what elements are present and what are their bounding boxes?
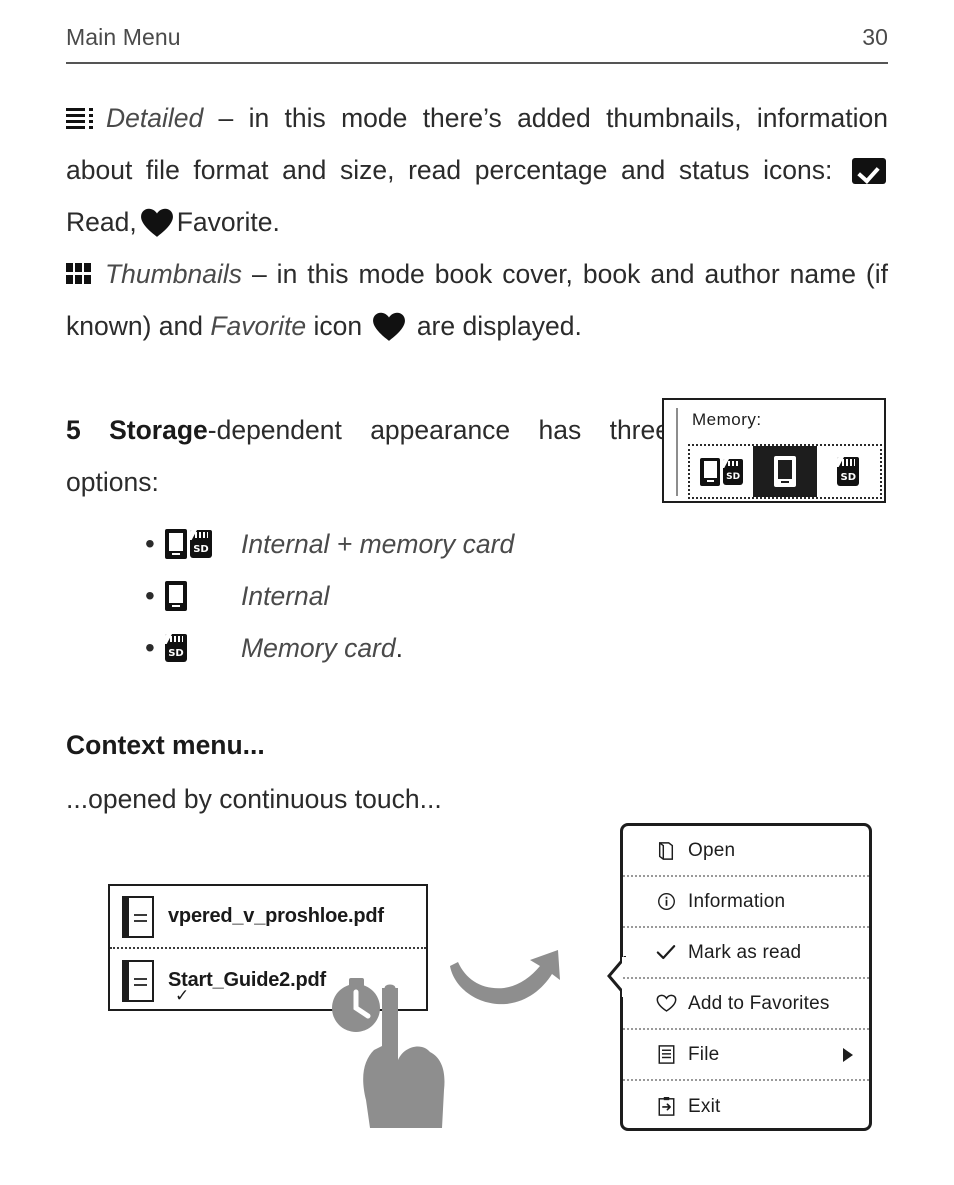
context-menu-panel: Open Information Mark as read Add to Fav… (607, 823, 872, 1132)
device-icon (700, 457, 721, 486)
list-item: • SD Memory card. (145, 622, 745, 674)
menu-item-exit[interactable]: Exit (623, 1081, 869, 1132)
sd-label: SD (193, 544, 209, 556)
list-item: • Internal (145, 570, 745, 622)
read-checkbox-icon (852, 158, 886, 184)
menu-item-information[interactable]: Information (623, 877, 869, 928)
memory-option-internal-and-card[interactable]: SD (690, 446, 753, 497)
page-header: Main Menu 30 (66, 22, 888, 64)
memory-widget-rail (676, 408, 678, 496)
menu-item-label: Open (688, 839, 736, 861)
menu-item-file[interactable]: File (623, 1030, 869, 1081)
sd-card-icon: SD (190, 530, 212, 558)
device-and-sd-icon: SD (165, 529, 241, 559)
favorite-heart-icon-2 (372, 312, 406, 342)
term-thumbnails: Thumbnails (105, 259, 242, 289)
sd-pins (194, 532, 208, 539)
thumbnails-text-2: icon (306, 311, 370, 341)
memory-widget-label: Memory: (692, 410, 762, 429)
list-item-period: . (395, 632, 403, 663)
paragraph-thumbnails: Thumbnails – in this mode book cover, bo… (66, 248, 888, 352)
list-item-label: Internal (241, 580, 330, 611)
context-menu-subtitle: ...opened by continuous touch... (66, 784, 442, 814)
memory-widget: Memory: SD SD (662, 398, 886, 503)
sd-card-icon-2: SD (837, 457, 860, 486)
menu-item-label: File (688, 1043, 720, 1065)
sd-card-icon-wrap: SD (165, 634, 241, 662)
file-row[interactable]: vpered_v_proshloe.pdf (110, 886, 426, 949)
device-icon-selected (773, 456, 796, 487)
curved-arrow-icon (448, 948, 568, 1018)
menu-item-label: Exit (688, 1095, 721, 1117)
grid-thumbnails-icon (66, 263, 93, 285)
sd-card-icon: SD (723, 458, 744, 485)
device-icon (165, 581, 187, 611)
memory-option-card[interactable]: SD (817, 446, 880, 497)
check-icon (653, 944, 679, 961)
paragraph-detailed: Detailed – in this mode there’s added th… (66, 92, 888, 248)
file-name: vpered_v_proshloe.pdf (168, 905, 384, 927)
menu-item-mark-as-read[interactable]: Mark as read (623, 928, 869, 979)
page-title: Main Menu (66, 24, 181, 50)
device-icon (165, 529, 187, 559)
file-list-icon (653, 1045, 679, 1064)
memory-option-internal[interactable] (753, 446, 817, 497)
page-number: 30 (862, 24, 888, 50)
sd-pins-2 (842, 459, 855, 466)
bullet-marker: • (145, 632, 155, 663)
menu-item-label: Information (688, 890, 786, 912)
open-book-icon (653, 841, 679, 861)
device-icon-wrap (165, 581, 241, 611)
menu-item-add-to-favorites[interactable]: Add to Favorites (623, 979, 869, 1030)
read-label: Read, (66, 207, 137, 237)
info-circle-icon (653, 892, 679, 911)
term-detailed: Detailed (106, 103, 204, 133)
detailed-list-icon (66, 106, 96, 130)
file-name: Start_Guide2.pdf (168, 969, 326, 991)
list-item: • SD Internal + memory card (145, 518, 745, 570)
read-check-icon: ✓ (175, 986, 190, 1005)
storage-number: 5 (66, 415, 81, 445)
storage-options-list: • SD Internal + memory card • Internal •… (145, 518, 745, 674)
bullet-marker: • (145, 580, 155, 611)
list-item-label: Memory card. (241, 633, 403, 664)
sd-label: SD (726, 472, 741, 483)
pointing-hand-icon (330, 950, 460, 1130)
favorite-heart-icon (140, 208, 174, 238)
paragraph-storage: 5 Storage-dependent appearance has three… (66, 404, 670, 508)
sd-card-icon: SD (165, 634, 187, 662)
document-icon (122, 959, 154, 1002)
heart-outline-icon (653, 994, 679, 1013)
document-icon (122, 895, 154, 938)
sd-label-2: SD (840, 472, 857, 484)
bullet-marker: • (145, 528, 155, 559)
exit-icon (653, 1097, 679, 1116)
favorite-label: Favorite. (176, 207, 280, 237)
sd-pins (727, 460, 740, 467)
memory-widget-options: SD SD (688, 444, 882, 499)
thumbnails-text-3: are displayed. (409, 311, 582, 341)
context-menu-heading: Context menu... (66, 730, 265, 760)
list-item-label: Internal + memory card (241, 528, 515, 559)
submenu-arrow-icon (843, 1047, 853, 1062)
term-storage: Storage (109, 415, 208, 445)
menu-item-label: Mark as read (688, 941, 802, 963)
menu-item-label: Add to Favorites (688, 992, 830, 1014)
list-item-text: Memory card (241, 632, 396, 663)
menu-item-open[interactable]: Open (623, 826, 869, 877)
term-favorite: Favorite (210, 311, 307, 341)
sd-label: SD (168, 648, 184, 660)
sd-pins (169, 636, 183, 643)
